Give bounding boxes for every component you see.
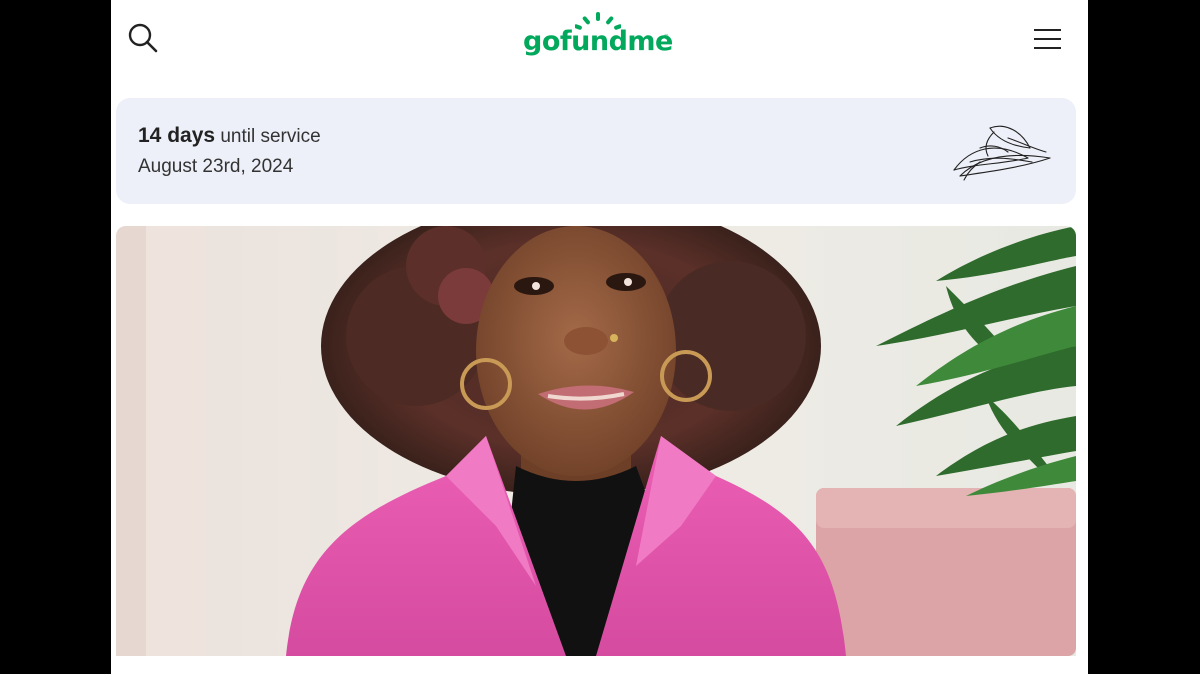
- menu-button[interactable]: [1031, 24, 1065, 54]
- service-days: 14 days: [138, 124, 216, 147]
- service-countdown-card: 14 days until service August 23rd, 2024: [116, 98, 1076, 204]
- service-countdown: 14 days until service: [138, 124, 321, 148]
- service-date: August 23rd, 2024: [138, 156, 294, 177]
- gofundme-logo[interactable]: gofundme ®: [523, 12, 673, 66]
- campaign-photo: [116, 226, 1076, 656]
- leaf-illustration-icon: [953, 125, 1051, 181]
- search-button[interactable]: [125, 20, 161, 56]
- service-until-label: until service: [220, 126, 321, 147]
- hamburger-menu-icon: [1034, 29, 1061, 49]
- page-frame: gofundme ® 14 days until service August …: [111, 0, 1088, 674]
- campaign-hero-image[interactable]: [116, 226, 1076, 656]
- logo-text: gofundme: [523, 26, 673, 57]
- search-icon: [128, 23, 158, 53]
- header: gofundme ®: [111, 0, 1088, 80]
- logo-trademark: ®: [664, 35, 669, 41]
